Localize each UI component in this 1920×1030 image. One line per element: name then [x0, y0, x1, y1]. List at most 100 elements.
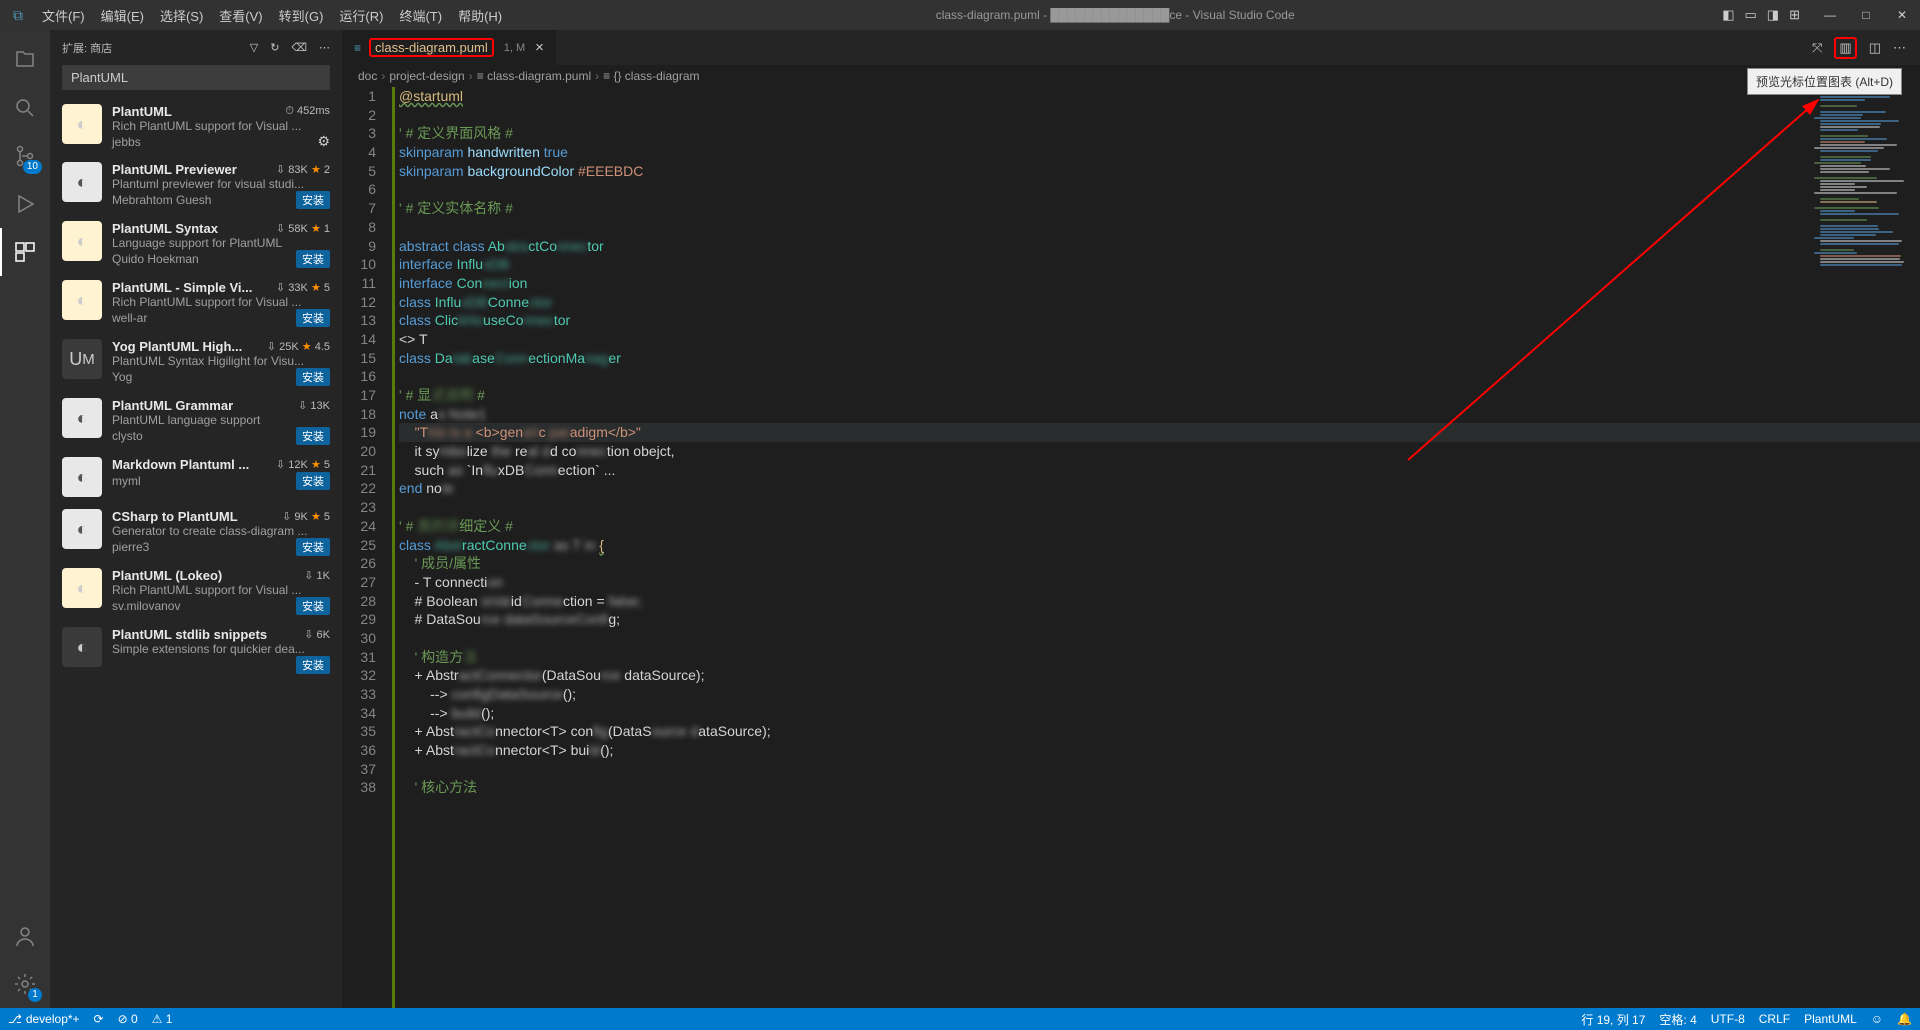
- extension-name: PlantUML (Lokeo): [112, 568, 298, 583]
- code-editor[interactable]: 1234567891011121314151617181920212223242…: [342, 87, 1920, 1008]
- status-language[interactable]: PlantUML: [1804, 1012, 1857, 1026]
- extension-item[interactable]: ◐ PlantUML Syntax⇩ 58K ★ 1 Language supp…: [50, 215, 342, 274]
- status-bar: ⎇ develop*+ ⟳ ⊘ 0 ⚠ 1 行 19, 列 17 空格: 4 U…: [0, 1008, 1920, 1030]
- extension-name: PlantUML Previewer: [112, 162, 270, 177]
- account-icon[interactable]: [0, 912, 50, 960]
- layout-icon[interactable]: ▭: [1745, 7, 1757, 23]
- more-icon[interactable]: ⋯: [319, 41, 330, 54]
- status-eol[interactable]: CRLF: [1759, 1012, 1790, 1026]
- extension-item[interactable]: ◐ CSharp to PlantUML⇩ 9K ★ 5 Generator t…: [50, 503, 342, 562]
- breadcrumb-item[interactable]: ≡ {} class-diagram: [603, 69, 699, 83]
- extension-publisher: Yog: [112, 370, 296, 384]
- extension-search[interactable]: [62, 65, 330, 90]
- extension-desc: PlantUML language support: [112, 413, 330, 427]
- menu-item[interactable]: 终端(T): [393, 6, 448, 25]
- menu-item[interactable]: 帮助(H): [452, 6, 508, 25]
- settings-icon[interactable]: 1: [0, 960, 50, 1008]
- extension-icon: ◐: [62, 509, 102, 549]
- extension-item[interactable]: ◐ PlantUML Previewer⇩ 83K ★ 2 Plantuml p…: [50, 156, 342, 215]
- menu-item[interactable]: 运行(R): [333, 6, 389, 25]
- extension-stats: ⇩ 12K ★ 5: [276, 458, 330, 471]
- extension-icon: ◐: [62, 221, 102, 261]
- window-controls: ― □ ✕: [1812, 8, 1920, 22]
- tab-dirty: 1, M: [504, 42, 525, 54]
- search-input[interactable]: [62, 65, 330, 90]
- minimap[interactable]: [1810, 87, 1920, 287]
- extension-item[interactable]: ◐ PlantUML⏱ 452ms Rich PlantUML support …: [50, 98, 342, 156]
- menu-item[interactable]: 查看(V): [213, 6, 268, 25]
- layout-icon[interactable]: ◧: [1722, 7, 1734, 23]
- extension-icon: ◐: [62, 398, 102, 438]
- menu-item[interactable]: 选择(S): [154, 6, 209, 25]
- extension-icon: ◐: [62, 627, 102, 667]
- status-encoding[interactable]: UTF-8: [1711, 1012, 1745, 1026]
- extension-stats: ⇩ 1K: [304, 569, 330, 582]
- more-actions-icon[interactable]: ⋯: [1893, 40, 1906, 56]
- layout-icon[interactable]: ◨: [1767, 7, 1779, 23]
- refresh-icon[interactable]: ↻: [270, 41, 279, 54]
- extension-item[interactable]: ◐ PlantUML stdlib snippets⇩ 6K Simple ex…: [50, 621, 342, 680]
- status-sync[interactable]: ⟳: [94, 1012, 104, 1026]
- search-icon[interactable]: [0, 84, 50, 132]
- extension-item[interactable]: ◐ Markdown Plantuml ...⇩ 12K ★ 5 myml安装: [50, 451, 342, 503]
- breadcrumb[interactable]: doc›project-design›≡ class-diagram.puml›…: [342, 65, 1920, 87]
- clear-icon[interactable]: ⌫: [291, 41, 307, 54]
- editor-tab[interactable]: ≡ class-diagram.puml 1, M ×: [342, 30, 556, 65]
- extension-publisher: pierre3: [112, 540, 296, 554]
- breadcrumb-item[interactable]: doc: [358, 69, 377, 83]
- explorer-icon[interactable]: [0, 36, 50, 84]
- extension-desc: Generator to create class-diagram ...: [112, 524, 330, 538]
- split-icon[interactable]: ◫: [1869, 40, 1881, 56]
- install-button[interactable]: 安装: [296, 656, 330, 674]
- extension-item[interactable]: UM Yog PlantUML High...⇩ 25K ★ 4.5 Plant…: [50, 333, 342, 392]
- extension-name: PlantUML Grammar: [112, 398, 292, 413]
- line-gutter: 1234567891011121314151617181920212223242…: [342, 87, 392, 1008]
- run-icon[interactable]: [0, 180, 50, 228]
- install-button[interactable]: 安装: [296, 309, 330, 327]
- install-button[interactable]: 安装: [296, 472, 330, 490]
- install-button[interactable]: 安装: [296, 250, 330, 268]
- close-button[interactable]: ✕: [1884, 8, 1920, 22]
- extension-stats: ⏱ 452ms: [285, 105, 330, 118]
- code-body[interactable]: @startuml ' # 定义界面风格 #skinparam handwrit…: [399, 87, 1920, 1008]
- layout-controls[interactable]: ◧ ▭ ◨ ⊞: [1722, 7, 1800, 23]
- extension-item[interactable]: ◐ PlantUML - Simple Vi...⇩ 33K ★ 5 Rich …: [50, 274, 342, 333]
- minimize-button[interactable]: ―: [1812, 8, 1848, 22]
- extension-name: Markdown Plantuml ...: [112, 457, 270, 472]
- extension-name: PlantUML Syntax: [112, 221, 270, 236]
- window-title: class-diagram.puml - ██████████████ce - …: [508, 8, 1722, 22]
- status-warnings[interactable]: ⚠ 1: [152, 1012, 173, 1026]
- install-button[interactable]: 安装: [296, 191, 330, 209]
- compare-icon[interactable]: ⤧: [1812, 40, 1822, 56]
- status-spaces[interactable]: 空格: 4: [1659, 1011, 1696, 1028]
- filter-icon[interactable]: ▽: [250, 41, 258, 54]
- menu-item[interactable]: 文件(F): [36, 6, 91, 25]
- install-button[interactable]: 安装: [296, 368, 330, 386]
- scm-icon[interactable]: 10: [0, 132, 50, 180]
- status-cursor[interactable]: 行 19, 列 17: [1581, 1011, 1645, 1028]
- extensions-icon[interactable]: [0, 228, 50, 276]
- extension-name: PlantUML: [112, 104, 279, 119]
- maximize-button[interactable]: □: [1848, 8, 1884, 22]
- install-button[interactable]: 安装: [296, 597, 330, 615]
- install-button[interactable]: 安装: [296, 538, 330, 556]
- tab-close-icon[interactable]: ×: [535, 39, 544, 56]
- extension-desc: Plantuml previewer for visual studi...: [112, 177, 330, 191]
- status-branch[interactable]: ⎇ develop*+: [8, 1012, 80, 1026]
- status-errors[interactable]: ⊘ 0: [118, 1012, 138, 1026]
- breadcrumb-item[interactable]: project-design: [389, 69, 464, 83]
- scm-badge: 10: [23, 160, 42, 174]
- extension-item[interactable]: ◐ PlantUML Grammar⇩ 13K PlantUML languag…: [50, 392, 342, 451]
- install-button[interactable]: 安装: [296, 427, 330, 445]
- preview-diagram-icon[interactable]: ▥: [1834, 37, 1856, 59]
- settings-badge: 1: [28, 988, 42, 1002]
- menu-item[interactable]: 转到(G): [273, 6, 330, 25]
- extension-stats: ⇩ 33K ★ 5: [276, 281, 330, 294]
- status-feedback[interactable]: ☺: [1871, 1012, 1883, 1026]
- breadcrumb-item[interactable]: ≡ class-diagram.puml: [477, 69, 591, 83]
- layout-icon[interactable]: ⊞: [1789, 7, 1800, 23]
- status-bell[interactable]: 🔔: [1897, 1012, 1912, 1026]
- manage-gear-icon[interactable]: ⚙: [317, 133, 330, 150]
- extension-item[interactable]: ◐ PlantUML (Lokeo)⇩ 1K Rich PlantUML sup…: [50, 562, 342, 621]
- menu-item[interactable]: 编辑(E): [95, 6, 150, 25]
